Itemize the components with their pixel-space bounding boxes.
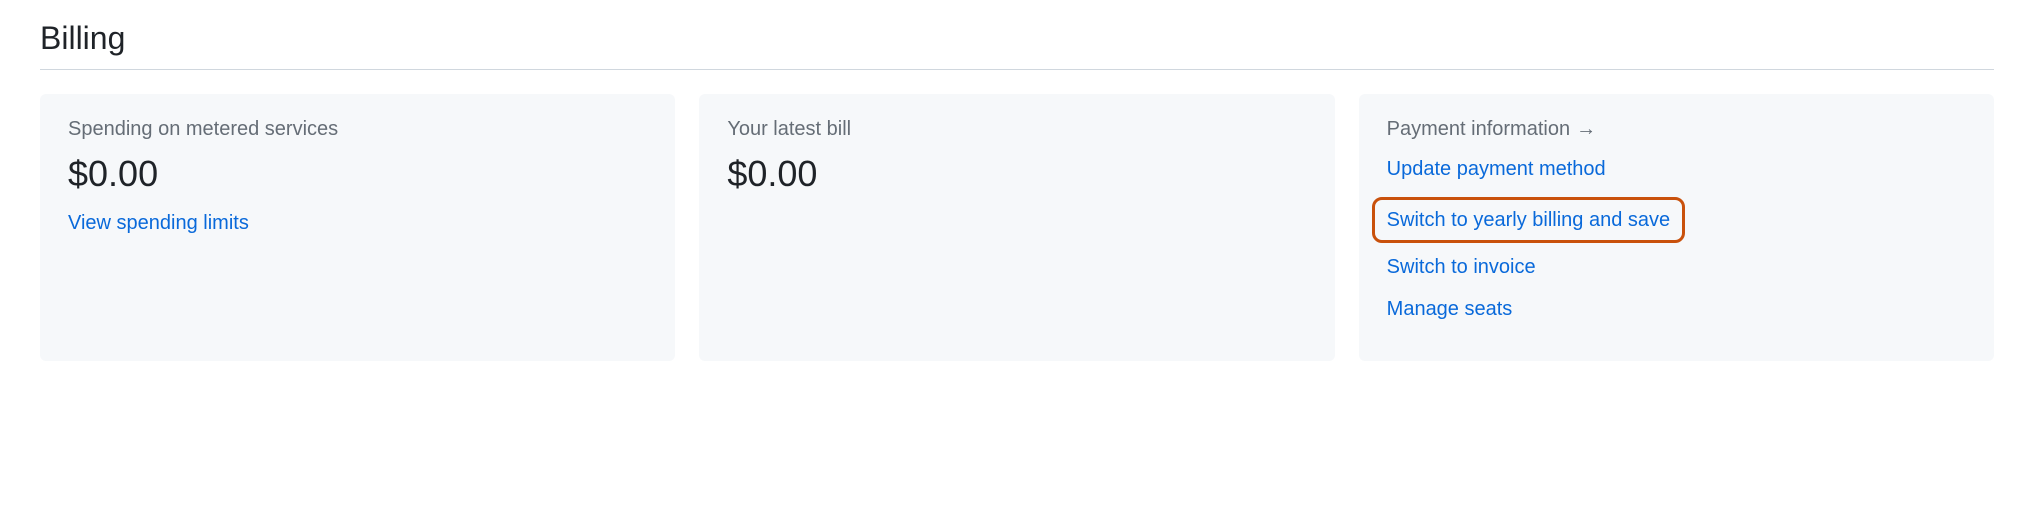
view-spending-limits-link[interactable]: View spending limits	[68, 209, 647, 237]
payment-info-title-text: Payment information	[1387, 118, 1570, 141]
update-payment-method-link[interactable]: Update payment method	[1387, 155, 1966, 183]
latest-bill-card: Your latest bill $0.00	[699, 94, 1334, 361]
latest-bill-amount: $0.00	[727, 153, 1306, 195]
payment-information-link[interactable]: Payment information →	[1387, 118, 1596, 141]
spending-amount: $0.00	[68, 153, 647, 195]
billing-cards-row: Spending on metered services $0.00 View …	[40, 94, 1994, 361]
spending-card: Spending on metered services $0.00 View …	[40, 94, 675, 361]
highlight-box: Switch to yearly billing and save	[1372, 197, 1685, 243]
page-title: Billing	[40, 20, 1994, 70]
switch-yearly-billing-link[interactable]: Switch to yearly billing and save	[1387, 206, 1670, 234]
spending-card-title: Spending on metered services	[68, 118, 647, 141]
switch-to-invoice-link[interactable]: Switch to invoice	[1387, 253, 1966, 281]
latest-bill-title: Your latest bill	[727, 118, 1306, 141]
manage-seats-link[interactable]: Manage seats	[1387, 295, 1966, 323]
payment-info-card: Payment information → Update payment met…	[1359, 94, 1994, 361]
arrow-right-icon: →	[1576, 118, 1596, 141]
